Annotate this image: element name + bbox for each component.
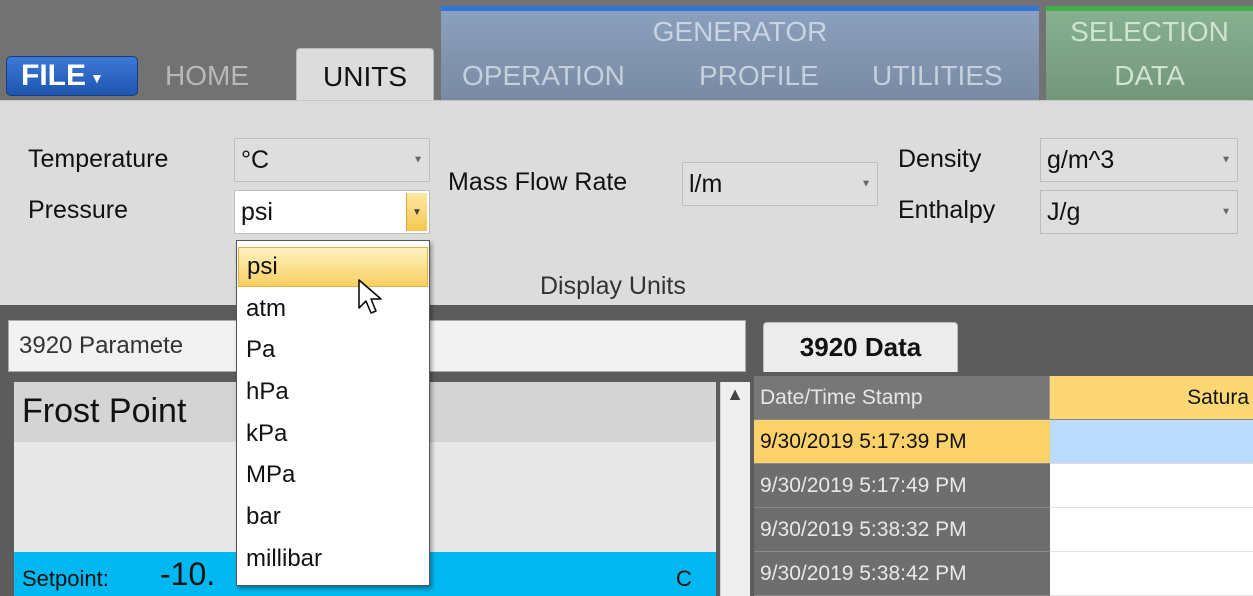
temperature-unit-select[interactable]: °C ▼: [234, 138, 430, 182]
frost-point-title: Frost Point: [22, 392, 187, 430]
table-row-timestamp[interactable]: 9/30/2019 5:17:39 PM: [754, 420, 1050, 464]
tab-3920-data[interactable]: 3920 Data: [763, 322, 958, 372]
table-cell[interactable]: [1050, 464, 1253, 508]
mass-flow-rate-label: Mass Flow Rate: [448, 168, 628, 196]
mass-flow-rate-unit-select[interactable]: l/m ▼: [682, 162, 878, 206]
mass-flow-rate-unit-value: l/m: [689, 169, 723, 198]
table-cell[interactable]: [1050, 420, 1253, 464]
pressure-option-psi[interactable]: psi: [238, 247, 428, 287]
enthalpy-label: Enthalpy: [898, 196, 996, 224]
chevron-down-icon[interactable]: ▼: [406, 193, 427, 231]
pressure-option-atm[interactable]: atm: [238, 289, 428, 329]
tab-operation[interactable]: OPERATION: [462, 60, 625, 92]
table-cell[interactable]: [1050, 508, 1253, 552]
tab-utilities[interactable]: UTILITIES: [872, 60, 1003, 92]
density-label: Density: [898, 145, 982, 173]
selection-group-title: SELECTION: [1070, 16, 1229, 47]
table-row-timestamp[interactable]: 9/30/2019 5:38:42 PM: [754, 552, 1050, 596]
pressure-option-millibar[interactable]: millibar: [238, 539, 428, 579]
pressure-option-pa[interactable]: Pa: [238, 330, 428, 370]
pressure-label: Pressure: [28, 196, 129, 224]
enthalpy-unit-select[interactable]: J/g ▼: [1040, 190, 1238, 234]
scroll-up-icon[interactable]: ▲: [720, 384, 750, 405]
pressure-option-bar[interactable]: bar: [238, 497, 428, 537]
column-header-timestamp[interactable]: Date/Time Stamp: [754, 376, 1050, 420]
chevron-down-icon: ▼: [861, 178, 871, 190]
dropdown-caret-icon: ▼: [90, 70, 104, 86]
tab-profile[interactable]: PROFILE: [699, 60, 819, 92]
vertical-scrollbar[interactable]: [720, 382, 750, 596]
file-menu-label: FILE: [21, 59, 86, 92]
pressure-option-mpa[interactable]: MPa: [238, 455, 428, 495]
file-menu-button[interactable]: FILE ▼: [6, 56, 138, 96]
chevron-down-icon: ▼: [1221, 206, 1231, 218]
tab-units[interactable]: UNITS: [296, 48, 434, 102]
chevron-down-icon: ▼: [413, 154, 423, 166]
density-unit-value: g/m^3: [1047, 145, 1115, 174]
pressure-unit-dropdown-list: psi atm Pa hPa kPa MPa bar millibar: [236, 240, 430, 586]
temperature-label: Temperature: [28, 145, 169, 173]
pressure-unit-select[interactable]: psi ▼: [234, 190, 430, 234]
tab-data[interactable]: DATA: [1046, 60, 1253, 92]
generator-group-title: GENERATOR: [652, 16, 828, 47]
tab-home[interactable]: HOME: [165, 60, 249, 92]
display-units-group-label: Display Units: [540, 272, 686, 300]
table-row-timestamp[interactable]: 9/30/2019 5:17:49 PM: [754, 464, 1050, 508]
setpoint-unit: C: [676, 566, 692, 591]
setpoint-label: Setpoint:: [22, 566, 109, 591]
setpoint-value: -10.: [160, 556, 216, 592]
mouse-pointer-icon: [358, 279, 382, 314]
pressure-option-hpa[interactable]: hPa: [238, 372, 428, 412]
pressure-option-kpa[interactable]: kPa: [238, 414, 428, 454]
table-cell[interactable]: [1050, 552, 1253, 596]
data-grid: Date/Time Stamp Satura 9/30/2019 5:17:39…: [754, 376, 1253, 596]
density-unit-select[interactable]: g/m^3 ▼: [1040, 138, 1238, 182]
pressure-unit-value: psi: [241, 197, 273, 226]
chevron-down-icon: ▼: [1221, 154, 1231, 166]
temperature-unit-value: °C: [241, 145, 270, 174]
enthalpy-unit-value: J/g: [1047, 197, 1081, 226]
column-header-saturation[interactable]: Satura: [1050, 376, 1253, 420]
table-row-timestamp[interactable]: 9/30/2019 5:38:32 PM: [754, 508, 1050, 552]
